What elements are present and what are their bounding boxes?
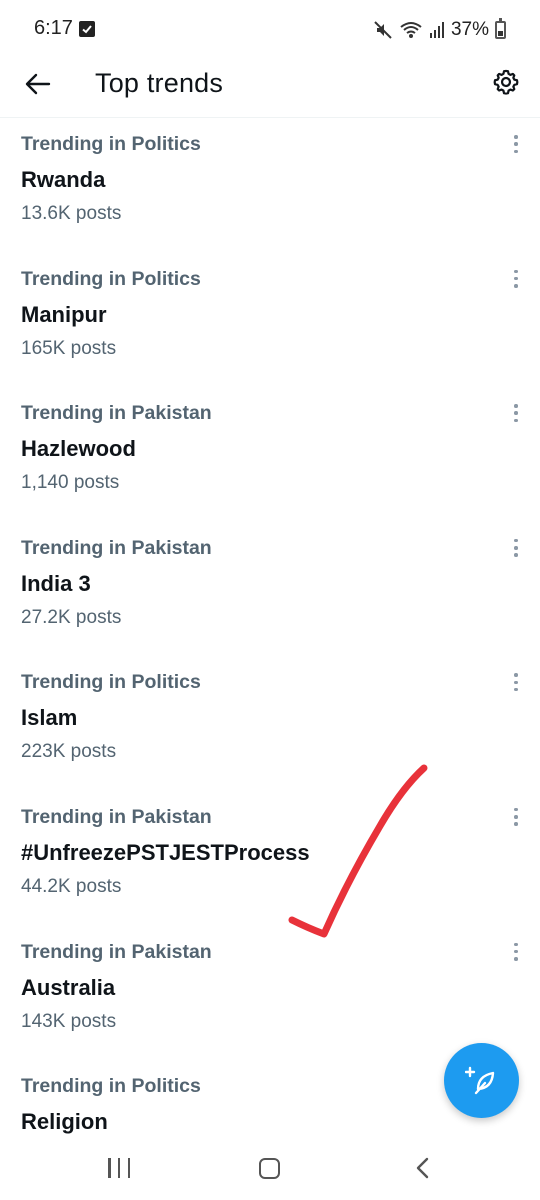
trend-name: Manipur bbox=[21, 301, 107, 327]
check-notification-icon bbox=[79, 21, 95, 37]
trend-post-count: 143K posts bbox=[21, 1010, 117, 1032]
compose-button[interactable] bbox=[444, 1043, 519, 1118]
compose-feather-icon bbox=[464, 1066, 494, 1094]
more-options-icon[interactable] bbox=[510, 671, 522, 693]
gear-icon bbox=[493, 69, 519, 95]
system-nav-bar bbox=[0, 1140, 540, 1200]
trend-context: Trending in Politics bbox=[21, 671, 201, 694]
trend-name: Rwanda bbox=[21, 167, 106, 192]
trend-item[interactable]: Trending in Politics Manipur 165K posts bbox=[0, 254, 540, 389]
trend-name: #UnfreezePSTJESTProcess bbox=[21, 839, 310, 865]
arrow-left-icon bbox=[25, 73, 51, 95]
signal-icon bbox=[429, 22, 444, 38]
more-options-icon[interactable] bbox=[510, 133, 522, 155]
trend-item[interactable]: Trending in Pakistan Australia 143K post… bbox=[0, 927, 540, 1062]
trend-post-count: 44.2K posts bbox=[21, 875, 122, 897]
trend-context: Trending in Pakistan bbox=[21, 805, 212, 828]
trend-context: Trending in Pakistan bbox=[21, 402, 212, 425]
wifi-icon bbox=[400, 22, 422, 38]
trend-post-count: 223K posts bbox=[21, 741, 117, 763]
trend-list: Trending in Politics Rwanda 13.6K posts … bbox=[0, 119, 540, 1196]
trend-name: Religion bbox=[21, 1109, 108, 1135]
trend-item[interactable]: Trending in Politics Rwanda 13.6K posts bbox=[0, 119, 540, 254]
more-options-icon[interactable] bbox=[510, 268, 522, 290]
trend-item[interactable]: Trending in Pakistan India 3 27.2K posts bbox=[0, 523, 540, 658]
status-icons: 37% bbox=[373, 17, 506, 43]
trend-item[interactable]: Trending in Pakistan #UnfreezePSTJESTPro… bbox=[0, 792, 540, 927]
trend-post-count: 27.2K posts bbox=[21, 606, 122, 628]
back-button[interactable] bbox=[22, 68, 54, 100]
trend-name: Hazlewood bbox=[21, 436, 136, 462]
trend-context: Trending in Pakistan bbox=[21, 536, 212, 559]
trend-context: Trending in Pakistan bbox=[21, 940, 212, 963]
system-back-button[interactable] bbox=[413, 1157, 431, 1179]
trend-item[interactable]: Trending in Politics Islam 223K posts bbox=[0, 657, 540, 792]
battery-icon bbox=[495, 18, 506, 39]
more-options-icon[interactable] bbox=[510, 537, 522, 559]
trend-context: Trending in Politics bbox=[21, 267, 201, 290]
top-app-bar: Top trends bbox=[0, 58, 540, 118]
status-time: 6:17 bbox=[34, 17, 73, 39]
home-button[interactable] bbox=[259, 1158, 280, 1179]
trend-context: Trending in Politics bbox=[21, 133, 201, 155]
screen: 6:17 37% Top trends Trending in Politics… bbox=[0, 0, 540, 1200]
trend-post-count: 1,140 posts bbox=[21, 472, 120, 494]
trend-name: Islam bbox=[21, 705, 78, 731]
page-title: Top trends bbox=[95, 68, 224, 98]
trend-post-count: 165K posts bbox=[21, 337, 117, 359]
trend-post-count: 13.6K posts bbox=[21, 203, 122, 224]
status-bar: 6:17 37% bbox=[0, 0, 540, 58]
recents-button[interactable] bbox=[108, 1158, 130, 1180]
more-options-icon[interactable] bbox=[510, 941, 522, 963]
settings-button[interactable] bbox=[490, 66, 522, 98]
battery-percent: 37% bbox=[450, 19, 489, 40]
trend-name: India 3 bbox=[21, 570, 91, 596]
more-options-icon[interactable] bbox=[510, 806, 522, 828]
more-options-icon[interactable] bbox=[510, 402, 522, 424]
mute-icon bbox=[374, 21, 392, 39]
trend-item[interactable]: Trending in Pakistan Hazlewood 1,140 pos… bbox=[0, 388, 540, 523]
trend-name: Australia bbox=[21, 974, 116, 1000]
trend-context: Trending in Politics bbox=[21, 1075, 201, 1098]
